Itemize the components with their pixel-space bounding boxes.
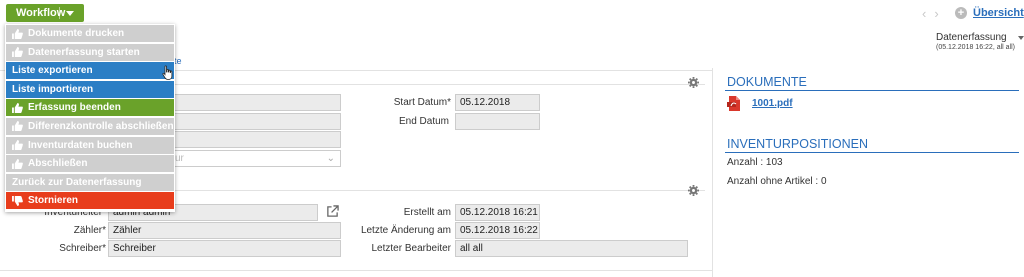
menu-item-datenerfassung-starten[interactable]: Datenerfassung starten <box>6 43 174 61</box>
gear-icon[interactable] <box>688 77 699 88</box>
form1-field-2[interactable] <box>170 113 341 130</box>
document-link[interactable]: 1001.pdf <box>752 98 793 109</box>
menu-item-zurueck-zur-datenerfassung[interactable]: Zurück zur Datenerfassung <box>6 173 174 191</box>
menu-item-label: Liste importieren <box>12 83 94 95</box>
menu-item-differenzkontrolle-abschliessen[interactable]: Differenzkontrolle abschließen <box>6 117 174 135</box>
letzte-aenderung-label: Letzte Änderung am <box>360 225 451 236</box>
menu-item-inventurdaten-buchen[interactable]: Inventurdaten buchen <box>6 136 174 154</box>
thumbs-up-icon <box>12 47 23 58</box>
menu-item-label: Erfassung beenden <box>28 102 121 114</box>
gear-icon[interactable] <box>688 185 699 196</box>
documents-underline <box>725 90 1019 91</box>
menu-item-label: Zurück zur Datenerfassung <box>12 176 142 188</box>
external-link-icon[interactable] <box>326 205 339 218</box>
positions-underline <box>725 152 1019 153</box>
thumbs-down-icon <box>12 195 23 206</box>
select-placeholder: ur <box>175 153 184 164</box>
end-date-label: End Datum <box>398 116 449 127</box>
menu-item-label: Abschließen <box>28 158 88 170</box>
status-date: (05.12.2018 16:22, all all) <box>936 44 1015 51</box>
workflow-separator <box>59 7 60 19</box>
menu-item-label: Datenerfassung starten <box>28 46 140 58</box>
divider <box>175 84 705 85</box>
letzte-aenderung-input: 05.12.2018 16:22 <box>455 222 540 239</box>
end-date-input[interactable] <box>455 113 540 130</box>
divider <box>0 270 712 271</box>
pdf-icon <box>727 96 740 111</box>
documents-title: DOKUMENTE <box>727 75 807 89</box>
column-divider <box>712 68 713 277</box>
status-select[interactable]: Datenerfassung <box>936 32 1024 43</box>
menu-item-liste-importieren[interactable]: Liste importieren <box>6 80 174 98</box>
thumbs-up-icon <box>12 140 23 151</box>
chevron-down-icon <box>66 11 74 16</box>
positions-count: Anzahl : 103 <box>727 157 783 168</box>
erstellt-label: Erstellt am <box>403 207 451 218</box>
chevron-down-icon <box>1018 36 1024 40</box>
nav-arrows[interactable]: ‹› <box>922 6 947 21</box>
menu-item-erfassung-beenden[interactable]: Erfassung beenden <box>6 99 174 117</box>
thumbs-up-icon <box>12 121 23 132</box>
divider <box>175 190 705 191</box>
start-date-label: Start Datum* <box>393 97 451 108</box>
menu-item-label: Stornieren <box>28 195 79 207</box>
form1-field-3[interactable] <box>170 131 341 148</box>
erstellt-input: 05.12.2018 16:21 <box>455 204 540 221</box>
positions-without-article: Anzahl ohne Artikel : 0 <box>727 176 827 187</box>
menu-item-label: Dokumente drucken <box>28 28 125 39</box>
letzter-bearbeiter-label: Letzter Bearbeiter <box>371 243 452 254</box>
letzter-bearbeiter-input: all all <box>455 240 688 257</box>
form1-select[interactable]: ur ⌄ <box>170 150 341 167</box>
workflow-menu: Dokumente drucken Datenerfassung starten… <box>5 24 175 212</box>
menu-item-abschliessen[interactable]: Abschließen <box>6 155 174 173</box>
zaehler-input[interactable]: Zähler <box>108 222 341 239</box>
overview-link[interactable]: Übersicht <box>973 7 1024 19</box>
positions-title: INVENTURPOSITIONEN <box>727 137 868 151</box>
zaehler-label: Zähler* <box>73 225 106 236</box>
menu-item-label: Differenzkontrolle abschließen <box>28 120 174 132</box>
menu-item-liste-exportieren[interactable]: Liste exportieren <box>6 62 174 81</box>
schreiber-label: Schreiber* <box>59 243 106 254</box>
menu-item-dokumente-drucken[interactable]: Dokumente drucken <box>6 25 174 42</box>
add-icon[interactable]: + <box>955 7 967 19</box>
workflow-label: Workflow <box>16 7 66 19</box>
thumbs-up-icon <box>12 102 23 113</box>
status-value: Datenerfassung <box>936 32 1007 43</box>
start-date-input[interactable]: 05.12.2018 <box>455 94 540 111</box>
menu-item-label: Inventurdaten buchen <box>28 139 133 151</box>
hand-cursor-icon <box>162 65 173 81</box>
form1-field-1[interactable] <box>170 94 341 111</box>
chevron-left-icon[interactable]: ‹ <box>922 6 934 21</box>
thumbs-up-icon <box>12 28 23 39</box>
menu-item-label: Liste exportieren <box>12 65 93 77</box>
chevron-down-icon: ⌄ <box>326 153 335 164</box>
schreiber-input[interactable]: Schreiber <box>108 240 341 257</box>
workflow-button[interactable]: Workflow <box>6 4 84 22</box>
partial-link[interactable]: te <box>174 56 182 66</box>
menu-item-stornieren[interactable]: Stornieren <box>6 192 174 210</box>
chevron-right-icon[interactable]: › <box>934 6 946 21</box>
thumbs-up-icon <box>12 158 23 169</box>
